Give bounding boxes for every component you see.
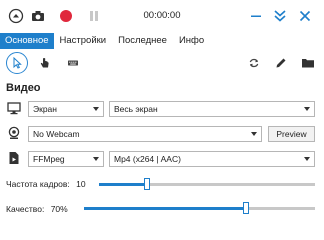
main-tabs: Основное Настройки Последнее Инфо <box>0 33 324 49</box>
framerate-label: Частота кадров: 10 <box>6 179 86 189</box>
screen-region-value: Весь экран <box>114 104 158 114</box>
cursor-icon[interactable] <box>6 52 28 74</box>
format-value: Mp4 (x264 | AAC) <box>114 154 181 164</box>
tab-main[interactable]: Основное <box>0 33 54 49</box>
chevron-down-icon <box>93 107 99 111</box>
webcam-icon <box>7 126 21 140</box>
quality-label: Качество: 70% <box>6 204 68 214</box>
format-select[interactable]: Mp4 (x264 | AAC) <box>109 151 315 167</box>
video-section-title: Видео <box>6 82 41 94</box>
title-bar: 00:00:00 <box>0 0 324 32</box>
quality-slider-thumb[interactable] <box>243 202 249 214</box>
quality-value: 70% <box>50 204 68 214</box>
keyboard-icon[interactable] <box>62 52 84 74</box>
screen-region-select[interactable]: Весь экран <box>109 101 315 117</box>
folder-icon[interactable] <box>297 52 319 74</box>
quality-slider[interactable] <box>84 202 315 214</box>
framerate-label-text: Частота кадров: <box>6 179 70 189</box>
webcam-value: No Webcam <box>33 129 80 139</box>
video-source-value: Экран <box>33 104 57 114</box>
chevron-down-icon <box>304 157 310 161</box>
chevron-down-icon <box>251 132 257 136</box>
webcam-select[interactable]: No Webcam <box>28 126 262 142</box>
framerate-slider-fill <box>99 183 147 186</box>
double-chevron-down-icon[interactable] <box>272 8 288 24</box>
tab-about[interactable]: Инфо <box>173 33 210 49</box>
pencil-icon[interactable] <box>270 52 292 74</box>
quality-slider-fill <box>84 207 246 210</box>
monitor-icon <box>7 101 21 115</box>
encoder-value: FFMpeg <box>33 154 65 164</box>
framerate-value: 10 <box>76 179 86 189</box>
chevron-down-icon <box>93 157 99 161</box>
tab-recent[interactable]: Последнее <box>112 33 173 49</box>
encoder-select[interactable]: FFMpeg <box>28 151 104 167</box>
tab-settings[interactable]: Настройки <box>54 33 113 49</box>
quality-label-text: Качество: <box>6 204 45 214</box>
preview-button[interactable]: Preview <box>268 126 315 142</box>
close-icon[interactable] <box>297 8 313 24</box>
file-video-icon <box>7 151 21 165</box>
refresh-icon[interactable] <box>243 52 265 74</box>
tool-row <box>0 52 324 74</box>
framerate-slider-thumb[interactable] <box>144 178 150 190</box>
minimize-icon[interactable] <box>248 8 264 24</box>
chevron-down-icon <box>304 107 310 111</box>
video-source-select[interactable]: Экран <box>28 101 104 117</box>
framerate-slider[interactable] <box>99 178 315 190</box>
hand-click-icon[interactable] <box>34 52 56 74</box>
